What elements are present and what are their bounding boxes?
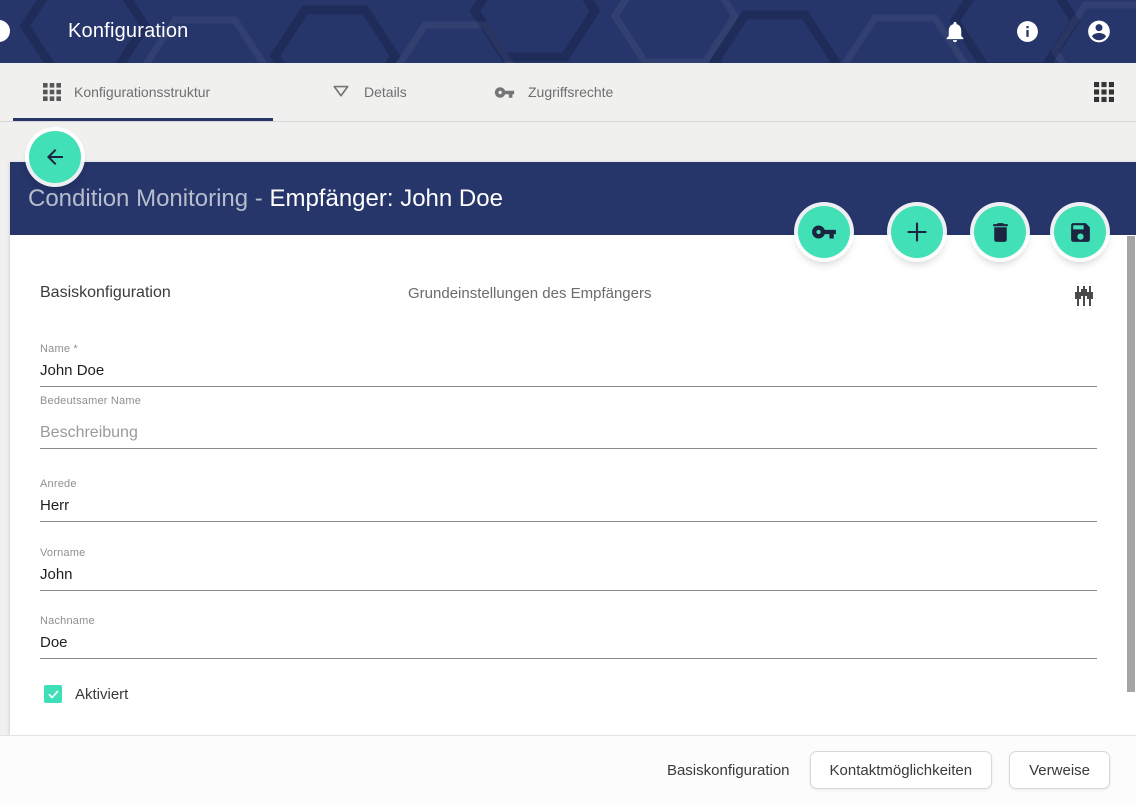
section-context: Condition Monitoring - xyxy=(28,185,269,213)
bell-icon[interactable] xyxy=(942,19,968,45)
trash-icon xyxy=(988,220,1013,245)
tune-icon[interactable] xyxy=(1070,282,1098,310)
field-vorname: Vorname xyxy=(40,547,1097,591)
delete-button[interactable] xyxy=(974,206,1026,258)
page-title: Konfiguration xyxy=(68,0,188,63)
save-button[interactable] xyxy=(1054,206,1106,258)
key-icon xyxy=(494,82,515,103)
aktiviert-checkbox-row[interactable]: Aktiviert xyxy=(44,685,128,703)
tab-zugriffsrechte[interactable]: Zugriffsrechte xyxy=(494,63,613,121)
name-input[interactable] xyxy=(40,357,1097,387)
tab-label: Konfigurationsstruktur xyxy=(74,84,210,100)
checkbox-label: Aktiviert xyxy=(75,686,128,703)
footer-active-section[interactable]: Basiskonfiguration xyxy=(667,762,790,779)
nachname-input[interactable] xyxy=(40,629,1097,659)
app-bar: Konfiguration xyxy=(0,0,1136,63)
section-header: Condition Monitoring - Empfänger: John D… xyxy=(10,162,1136,235)
plus-icon xyxy=(903,218,931,246)
funnel-icon xyxy=(331,82,351,102)
verweise-button[interactable]: Verweise xyxy=(1009,751,1110,789)
form-heading-row: Basiskonfiguration Grundeinstellungen de… xyxy=(10,282,1136,312)
tab-label: Details xyxy=(364,84,407,100)
save-icon xyxy=(1068,220,1093,245)
tab-konfigurationsstruktur[interactable]: Konfigurationsstruktur xyxy=(43,63,210,121)
footer-bar: Basiskonfiguration Kontaktmöglichkeiten … xyxy=(0,735,1136,804)
field-bedeutsamer-name: Bedeutsamer Name xyxy=(40,395,1097,449)
scrollbar-thumb[interactable] xyxy=(1127,236,1135,692)
back-button[interactable] xyxy=(29,131,81,183)
form-heading: Basiskonfiguration xyxy=(40,284,171,302)
tab-details[interactable]: Details xyxy=(331,63,407,121)
field-nachname: Nachname xyxy=(40,615,1097,659)
form-subheading: Grundeinstellungen des Empfängers xyxy=(408,285,652,302)
config-sheet: Condition Monitoring - Empfänger: John D… xyxy=(10,162,1136,735)
field-label: Vorname xyxy=(40,547,1097,559)
arrow-left-icon xyxy=(43,145,67,169)
section-title: Condition Monitoring - Empfänger: John D… xyxy=(28,162,503,235)
field-label: Bedeutsamer Name xyxy=(40,395,1097,407)
field-anrede: Anrede xyxy=(40,478,1097,522)
page: Konfiguration Konfigurationsstruktur xyxy=(0,0,1136,804)
access-key-button[interactable] xyxy=(798,206,850,258)
vorname-input[interactable] xyxy=(40,561,1097,591)
section-entity: Empfänger: John Doe xyxy=(269,185,502,213)
kontaktmoeglichkeiten-button[interactable]: Kontaktmöglichkeiten xyxy=(810,751,993,789)
account-icon[interactable] xyxy=(1086,19,1112,45)
field-label: Nachname xyxy=(40,615,1097,627)
form-card: Basiskonfiguration Grundeinstellungen de… xyxy=(10,235,1136,735)
add-button[interactable] xyxy=(891,206,943,258)
info-icon[interactable] xyxy=(1014,19,1040,45)
checkbox-checked-icon[interactable] xyxy=(44,685,62,703)
key-icon xyxy=(811,219,837,245)
tab-bar: Konfigurationsstruktur Details Zugriffsr… xyxy=(0,63,1136,122)
apps-grid-icon[interactable] xyxy=(1094,82,1114,107)
bedeutsamer-name-input[interactable] xyxy=(40,419,1097,449)
field-label: Anrede xyxy=(40,478,1097,490)
field-label: Name * xyxy=(40,343,1097,355)
anrede-input[interactable] xyxy=(40,492,1097,522)
app-bar-actions xyxy=(942,0,1112,63)
active-tab-indicator xyxy=(13,118,273,121)
grid-icon xyxy=(43,83,61,101)
tab-label: Zugriffsrechte xyxy=(528,84,613,100)
field-name: Name * xyxy=(40,343,1097,387)
